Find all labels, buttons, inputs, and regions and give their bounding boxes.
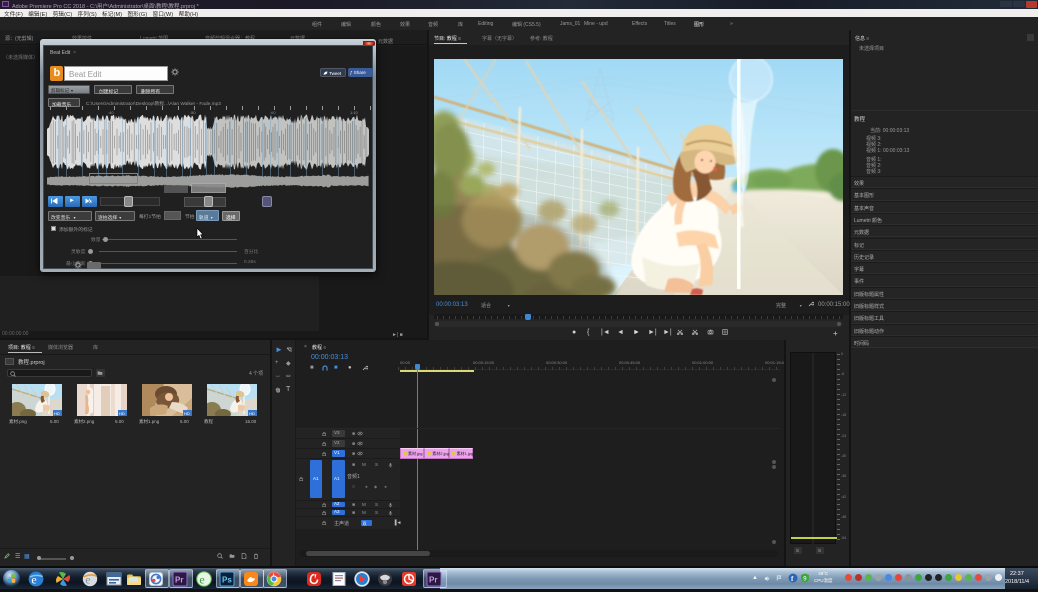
svg-text:HD: HD: [54, 411, 60, 416]
svg-text:HD: HD: [119, 411, 125, 416]
svg-text:Pr: Pr: [175, 575, 183, 584]
svg-text:HD: HD: [184, 411, 190, 416]
svg-text:e: e: [199, 572, 204, 586]
svg-text:Ps: Ps: [222, 575, 232, 584]
svg-text:Pr: Pr: [429, 575, 437, 584]
svg-text:e: e: [31, 572, 36, 586]
svg-text:HD: HD: [249, 411, 255, 416]
